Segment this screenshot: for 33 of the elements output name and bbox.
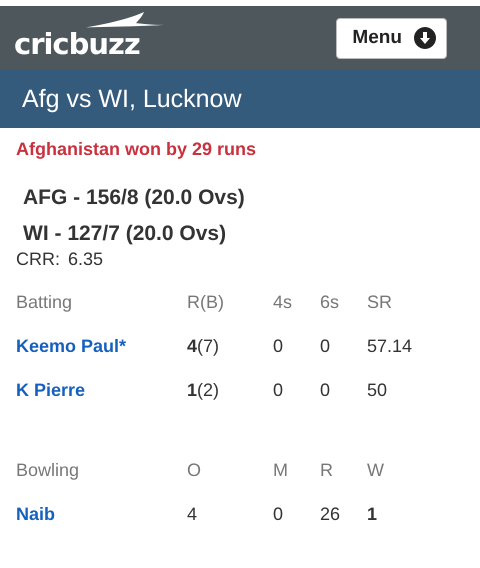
table-cell-text: 57.14 xyxy=(367,335,412,358)
menu-button[interactable]: Menu xyxy=(336,18,447,58)
column-header: R xyxy=(320,459,333,482)
match-title: Afg vs WI, Lucknow xyxy=(0,70,480,128)
table-cell-text: 4 xyxy=(187,503,198,526)
column-header: O xyxy=(187,459,202,482)
column-header: SR xyxy=(367,291,392,314)
table-cell-text: 0 xyxy=(273,335,284,358)
column-header: Bowling xyxy=(16,459,80,482)
table-cell-text: 50 xyxy=(367,379,388,402)
table-cell-text: 0 xyxy=(273,503,284,526)
player-link[interactable]: Naib xyxy=(16,503,56,547)
table-cell-text: 0 xyxy=(320,335,330,358)
column-header: Batting xyxy=(16,291,72,314)
table-cell-text: 1(2) xyxy=(187,379,220,402)
team-score: WI - 127/7 (20.0 Ovs) xyxy=(23,221,228,247)
team-score: AFG - 156/8 (20.0 Ovs) xyxy=(23,185,246,211)
column-header: 6s xyxy=(320,291,340,314)
column-header: R(B) xyxy=(187,291,224,314)
table-cell-text: 4(7) xyxy=(187,335,220,358)
result-text: Afghanistan won by 29 runs xyxy=(16,138,258,160)
column-header: 4s xyxy=(273,291,292,314)
logo-text[interactable]: cricbuzz xyxy=(14,28,140,60)
table-cell-text: 1 xyxy=(367,503,378,526)
table-cell-text: 0 xyxy=(273,379,284,402)
player-link[interactable]: K Pierre xyxy=(16,379,86,423)
table-cell-text: 0 xyxy=(320,379,330,402)
crr-value: 6.35 xyxy=(68,249,104,269)
table-cell-text: 26 xyxy=(320,503,340,526)
column-header: M xyxy=(273,459,288,482)
player-link[interactable]: Keemo Paul* xyxy=(16,335,126,379)
crr-label: CRR: xyxy=(16,249,60,269)
column-header: W xyxy=(367,459,384,482)
